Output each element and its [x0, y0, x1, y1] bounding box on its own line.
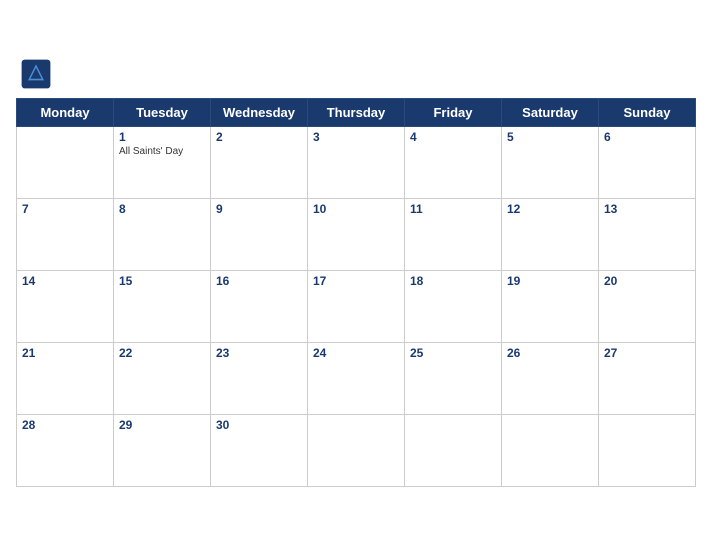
calendar-container: MondayTuesdayWednesdayThursdayFridaySatu…: [0, 48, 712, 503]
day-number: 19: [507, 274, 593, 288]
calendar-cell: 21: [17, 342, 114, 414]
day-number: 12: [507, 202, 593, 216]
weekday-header-monday: Monday: [17, 98, 114, 126]
day-number: 14: [22, 274, 108, 288]
calendar-cell: 17: [308, 270, 405, 342]
calendar-cell: 6: [599, 126, 696, 198]
day-number: 18: [410, 274, 496, 288]
calendar-cell: 30: [211, 414, 308, 486]
calendar-cell: 27: [599, 342, 696, 414]
calendar-cell: [17, 126, 114, 198]
calendar-cell: 8: [114, 198, 211, 270]
day-number: 4: [410, 130, 496, 144]
weekday-header-friday: Friday: [405, 98, 502, 126]
day-number: 29: [119, 418, 205, 432]
calendar-cell: 19: [502, 270, 599, 342]
calendar-week-row: 789 10 11 12 13: [17, 198, 696, 270]
calendar-cell: 25: [405, 342, 502, 414]
weekday-header-wednesday: Wednesday: [211, 98, 308, 126]
weekday-header-sunday: Sunday: [599, 98, 696, 126]
calendar-cell: 23: [211, 342, 308, 414]
day-number: 13: [604, 202, 690, 216]
calendar-cell: 14: [17, 270, 114, 342]
generalblue-logo-icon: [20, 58, 52, 90]
logo-area: [20, 58, 56, 90]
day-number: 21: [22, 346, 108, 360]
day-number: 25: [410, 346, 496, 360]
calendar-cell: 11: [405, 198, 502, 270]
weekday-header-saturday: Saturday: [502, 98, 599, 126]
calendar-cell: 1 All Saints' Day: [114, 126, 211, 198]
calendar-cell: 16: [211, 270, 308, 342]
calendar-cell: 15: [114, 270, 211, 342]
day-number: 23: [216, 346, 302, 360]
calendar-cell: 4: [405, 126, 502, 198]
calendar-cell: 2: [211, 126, 308, 198]
day-number: 30: [216, 418, 302, 432]
day-number: 16: [216, 274, 302, 288]
calendar-cell: [599, 414, 696, 486]
weekday-header-row: MondayTuesdayWednesdayThursdayFridaySatu…: [17, 98, 696, 126]
day-number: 6: [604, 130, 690, 144]
calendar-cell: [308, 414, 405, 486]
calendar-week-row: 1 All Saints' Day 23456: [17, 126, 696, 198]
calendar-header: [16, 58, 696, 90]
day-number: 28: [22, 418, 108, 432]
day-number: 9: [216, 202, 302, 216]
calendar-cell: 22: [114, 342, 211, 414]
day-number: 2: [216, 130, 302, 144]
day-event: All Saints' Day: [119, 146, 205, 157]
day-number: 8: [119, 202, 205, 216]
calendar-table: MondayTuesdayWednesdayThursdayFridaySatu…: [16, 98, 696, 487]
calendar-cell: 13: [599, 198, 696, 270]
day-number: 20: [604, 274, 690, 288]
day-number: 17: [313, 274, 399, 288]
day-number: 26: [507, 346, 593, 360]
calendar-week-row: 14 15 16 17 18 19 20: [17, 270, 696, 342]
calendar-cell: 26: [502, 342, 599, 414]
calendar-cell: 3: [308, 126, 405, 198]
calendar-cell: 10: [308, 198, 405, 270]
calendar-cell: 28: [17, 414, 114, 486]
calendar-week-row: 28 29 30: [17, 414, 696, 486]
calendar-cell: 20: [599, 270, 696, 342]
calendar-cell: 29: [114, 414, 211, 486]
day-number: 7: [22, 202, 108, 216]
calendar-cell: 5: [502, 126, 599, 198]
weekday-header-tuesday: Tuesday: [114, 98, 211, 126]
day-number: 1: [119, 130, 205, 144]
day-number: 10: [313, 202, 399, 216]
day-number: 3: [313, 130, 399, 144]
calendar-cell: 18: [405, 270, 502, 342]
day-number: 27: [604, 346, 690, 360]
calendar-cell: [502, 414, 599, 486]
day-number: 22: [119, 346, 205, 360]
calendar-cell: 7: [17, 198, 114, 270]
calendar-cell: 24: [308, 342, 405, 414]
weekday-header-thursday: Thursday: [308, 98, 405, 126]
day-number: 5: [507, 130, 593, 144]
calendar-cell: 9: [211, 198, 308, 270]
day-number: 24: [313, 346, 399, 360]
calendar-cell: [405, 414, 502, 486]
calendar-week-row: 21 22 23 24 25 26 27: [17, 342, 696, 414]
day-number: 15: [119, 274, 205, 288]
day-number: 11: [410, 202, 496, 216]
calendar-cell: 12: [502, 198, 599, 270]
